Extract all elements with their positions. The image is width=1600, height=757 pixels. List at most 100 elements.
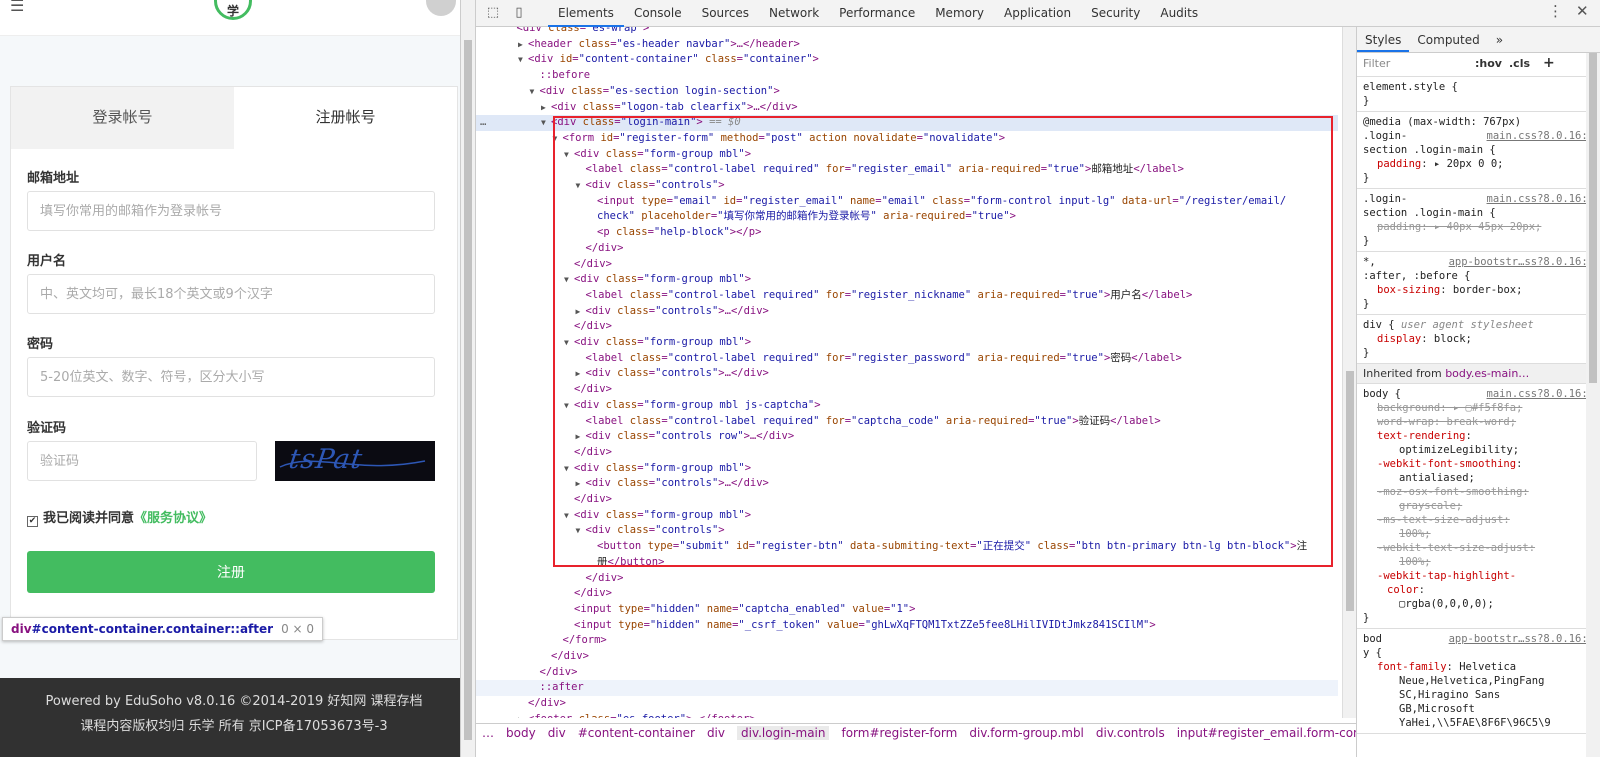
expand-triangle-icon[interactable]: ▼ <box>576 178 586 193</box>
dom-node-line[interactable]: ::after <box>476 680 1338 697</box>
styles-scrollbar[interactable] <box>1586 53 1600 757</box>
register-button[interactable]: 注册 <box>27 551 435 593</box>
dom-node-line[interactable]: ::before <box>476 68 1338 84</box>
expand-triangle-icon[interactable]: ▼ <box>564 508 574 523</box>
expand-triangle-icon[interactable]: ▶ <box>518 712 528 718</box>
expand-triangle-icon[interactable]: ▼ <box>518 52 528 67</box>
style-rule[interactable]: .login-main.css?8.0.16:7 section .login-m… <box>1357 189 1600 252</box>
terms-link[interactable]: 《服务协议》 <box>134 511 212 526</box>
more-options-icon[interactable]: ⋮ <box>1548 2 1563 20</box>
expand-triangle-icon[interactable]: ▶ <box>576 366 586 381</box>
dom-node-line[interactable]: <input type="email" id="register_email" … <box>476 194 1338 210</box>
expand-triangle-icon[interactable]: ▼ <box>564 398 574 413</box>
breadcrumb-item[interactable]: div.controls <box>1096 726 1165 740</box>
dom-node-line[interactable]: ▼ <div class="form-group mbl"> <box>476 335 1338 351</box>
tab-application[interactable]: Application <box>994 0 1081 27</box>
style-rule[interactable]: *, app-bootstr…ss?8.0.16:1:after, :before… <box>1357 252 1600 315</box>
dom-node-line[interactable]: <input type="hidden" name="_csrf_token" … <box>476 618 1338 634</box>
dom-node-line[interactable]: ▶ <header class="es-header navbar">…</hea… <box>476 37 1338 53</box>
breadcrumb-item[interactable]: div <box>707 726 725 740</box>
dom-node-line[interactable]: </div> <box>476 382 1338 398</box>
dom-node-line[interactable]: <div class="es-wrap"> <box>476 27 1338 37</box>
dom-node-line[interactable]: ▼ <div class="login-main"> == $0… <box>476 115 1338 132</box>
site-logo[interactable]: 学 <box>214 0 252 20</box>
password-field[interactable] <box>27 357 435 397</box>
tab-login[interactable]: 登录帐号 <box>11 87 234 149</box>
dom-node-line[interactable]: ▼ <form id="register-form" method="post" … <box>476 131 1338 147</box>
expand-triangle-icon[interactable]: ▶ <box>576 304 586 319</box>
expand-triangle-icon[interactable]: ▶ <box>518 37 528 52</box>
expand-triangle-icon[interactable]: ▼ <box>564 147 574 162</box>
inherited-link[interactable]: body.es-main… <box>1445 367 1529 380</box>
breadcrumb-item[interactable]: div.form-group.mbl <box>969 726 1084 740</box>
dom-node-line[interactable]: ▼ <div class="form-group mbl"> <box>476 147 1338 163</box>
tab-security[interactable]: Security <box>1081 0 1150 27</box>
tab-styles[interactable]: Styles <box>1357 27 1410 52</box>
dom-node-line[interactable]: ▼ <div class="es-section login-section"> <box>476 84 1338 100</box>
add-rule-icon[interactable]: + <box>1543 55 1555 71</box>
dom-node-line[interactable]: <p class="help-block"></p> <box>476 225 1338 241</box>
filter-input[interactable]: Filter <box>1363 57 1390 70</box>
tab-memory[interactable]: Memory <box>925 0 994 27</box>
breadcrumb-item[interactable]: body <box>506 726 536 740</box>
elements-scrollbar-thumb[interactable] <box>1346 371 1354 611</box>
style-rule[interactable]: bod app-bootstr…ss?8.0.16:1 y {font-family… <box>1357 629 1600 734</box>
tab-network[interactable]: Network <box>759 0 829 27</box>
tab-computed[interactable]: Computed <box>1409 27 1487 52</box>
inspect-element-icon[interactable]: ⬚ <box>484 4 502 22</box>
more-tabs-icon[interactable]: » <box>1488 27 1511 52</box>
email-field[interactable] <box>27 191 435 231</box>
styles-scrollbar-thumb[interactable] <box>1589 53 1597 383</box>
breadcrumb-item[interactable]: … <box>482 726 494 740</box>
dom-node-line[interactable]: <label class="control-label required" fo… <box>476 288 1338 304</box>
page-scrollbar[interactable] <box>460 0 476 757</box>
page-scrollbar-thumb[interactable] <box>464 40 472 740</box>
breadcrumb-item[interactable]: div.login-main <box>737 726 830 740</box>
breadcrumb-item[interactable]: form#register-form <box>841 726 957 740</box>
tab-elements[interactable]: Elements <box>548 0 624 27</box>
node-actions-icon[interactable]: … <box>480 115 486 130</box>
elements-scrollbar[interactable] <box>1342 27 1356 718</box>
expand-triangle-icon[interactable]: ▼ <box>553 131 563 146</box>
dom-node-line[interactable]: ▶ <div class="controls row">…</div> <box>476 429 1338 445</box>
username-field[interactable] <box>27 274 435 314</box>
captcha-field[interactable] <box>27 441 257 481</box>
expand-triangle-icon[interactable]: ▼ <box>564 461 574 476</box>
dom-node-line[interactable]: ▼ <div id="content-container" class="cont… <box>476 52 1338 68</box>
expand-triangle-icon[interactable]: ▼ <box>541 115 551 130</box>
avatar[interactable] <box>426 0 456 16</box>
captcha-image[interactable]: tsPat <box>275 441 435 481</box>
styles-filter[interactable]: Filter :hov .cls + <box>1357 53 1600 77</box>
dom-node-line[interactable]: <label class="control-label required" fo… <box>476 162 1338 178</box>
dom-node-line[interactable]: ▼ <div class="controls"> <box>476 178 1338 194</box>
dom-node-line[interactable]: <label class="control-label required" fo… <box>476 414 1338 430</box>
dom-node-line[interactable]: </div> <box>476 492 1338 508</box>
expand-triangle-icon[interactable]: ▼ <box>564 272 574 287</box>
dom-node-line[interactable]: ▶ <div class="controls">…</div> <box>476 366 1338 382</box>
breadcrumb-item[interactable]: div <box>548 726 566 740</box>
expand-triangle-icon[interactable]: ▶ <box>576 429 586 444</box>
dom-node-line[interactable]: </form> <box>476 633 1338 649</box>
dom-node-line[interactable]: ▶ <div class="logon-tab clearfix">…</div> <box>476 100 1338 116</box>
expand-triangle-icon[interactable]: ▶ <box>576 476 586 491</box>
dom-node-line[interactable]: ▼ <div class="form-group mbl"> <box>476 508 1338 524</box>
expand-triangle-icon[interactable]: ▼ <box>530 84 540 99</box>
expand-triangle-icon[interactable]: ▼ <box>576 523 586 538</box>
agree-row[interactable]: ✔ 我已阅读并同意《服务协议》 <box>27 507 212 527</box>
style-rule[interactable]: @media (max-width: 767px) .login-main.css… <box>1357 112 1600 189</box>
expand-triangle-icon[interactable]: ▼ <box>564 335 574 350</box>
tab-console[interactable]: Console <box>624 0 692 27</box>
hov-toggle[interactable]: :hov <box>1475 57 1502 70</box>
dom-node-line[interactable]: <button type="submit" id="register-btn" … <box>476 539 1338 555</box>
agree-checkbox[interactable]: ✔ <box>27 516 38 527</box>
expand-triangle-icon[interactable]: ▶ <box>541 100 551 115</box>
dom-node-line[interactable]: ▼ <div class="form-group mbl"> <box>476 461 1338 477</box>
dom-node-line[interactable]: ▶<footer class="es-footer">…</footer> <box>476 712 1338 718</box>
dom-node-line[interactable]: ▶ <div class="controls">…</div> <box>476 476 1338 492</box>
dom-node-line[interactable]: </div> <box>476 665 1338 681</box>
dom-node-line[interactable]: 册</button> <box>476 555 1338 571</box>
dom-node-line[interactable]: </div> <box>476 445 1338 461</box>
dom-node-line[interactable]: check" placeholder="填写你常用的邮箱作为登录帐号" aria… <box>476 209 1338 225</box>
dom-node-line[interactable]: <label class="control-label required" fo… <box>476 351 1338 367</box>
tab-performance[interactable]: Performance <box>829 0 925 27</box>
